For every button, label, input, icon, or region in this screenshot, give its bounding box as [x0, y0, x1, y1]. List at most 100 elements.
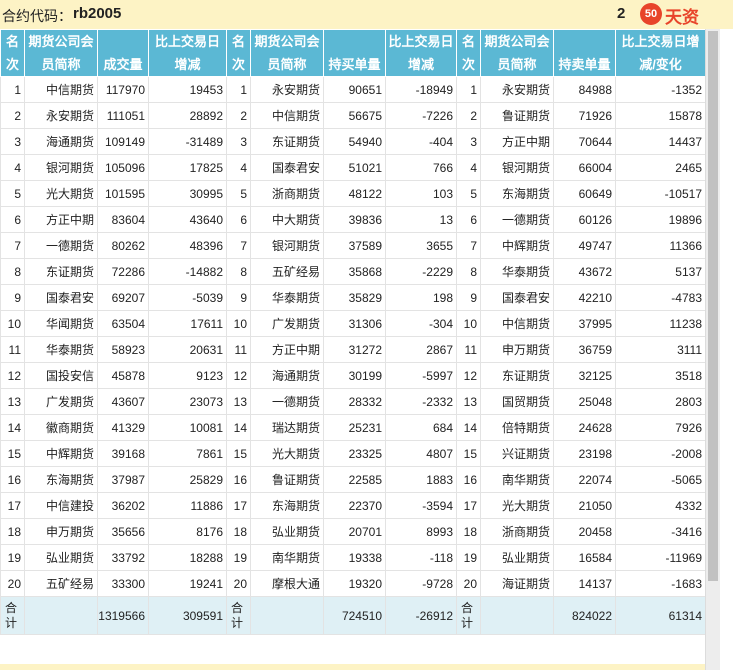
- cell-rank: 13: [226, 388, 251, 415]
- cell-rank: 1: [226, 76, 251, 103]
- cell-volume-member: 中信期货: [24, 76, 98, 103]
- cell-long-qty: 23325: [323, 440, 386, 467]
- cell-volume-change: 10081: [148, 414, 227, 441]
- cell-long-qty: 37589: [323, 232, 386, 259]
- cell-short-qty: 32125: [553, 362, 616, 389]
- cell-rank: 17: [226, 492, 251, 519]
- cell-long-change: -304: [385, 310, 457, 337]
- header-rank[interactable]: 名次: [456, 29, 481, 77]
- cell-long-qty: 90651: [323, 76, 386, 103]
- header-long-member[interactable]: 期货公司会 员简称: [250, 29, 324, 77]
- cell-long-qty: 48122: [323, 180, 386, 207]
- cell-short-change: 15878: [615, 102, 706, 129]
- cell-short-change: -5065: [615, 466, 706, 493]
- header-short-qty[interactable]: 持卖单量: [553, 29, 616, 77]
- cell-long-member: 光大期货: [250, 440, 324, 467]
- cell-short-change: 2803: [615, 388, 706, 415]
- table-header-row: 名次 期货公司会 员简称 成交量 比上交易日 增减 名次 期货公司会 员简称 持买单量…: [0, 29, 706, 77]
- header-rank[interactable]: 名次: [0, 29, 25, 77]
- header-short-change[interactable]: 比上交易日增 减/变化: [615, 29, 706, 77]
- cell-long-qty: 20701: [323, 518, 386, 545]
- cell-long-qty: 39836: [323, 206, 386, 233]
- table-body: 1 中信期货 117970 19453 1 永安期货 90651 -18949 1 永安期货 849…: [0, 76, 706, 597]
- scrollbar-thumb[interactable]: [708, 31, 718, 581]
- cell-long-member: 东证期货: [250, 128, 324, 155]
- cell-short-member: 国贸期货: [480, 388, 554, 415]
- total-label: 合计: [456, 596, 481, 635]
- header-volume-member[interactable]: 期货公司会 员简称: [24, 29, 98, 77]
- cell-rank: 3: [456, 128, 481, 155]
- cell-short-qty: 16584: [553, 544, 616, 571]
- table-row: 16 东海期货 37987 25829 16 鲁证期货 22585 1883 16 南华期货 220…: [0, 466, 706, 493]
- cell-long-member: 国泰君安: [250, 154, 324, 181]
- cell-short-member: 南华期货: [480, 466, 554, 493]
- cell-volume: 43607: [97, 388, 149, 415]
- cell-rank: 19: [456, 544, 481, 571]
- cell-volume-change: 30995: [148, 180, 227, 207]
- total-empty: [250, 596, 324, 635]
- cell-short-qty: 21050: [553, 492, 616, 519]
- cell-rank: 11: [0, 336, 25, 363]
- logo-text: 天资: [665, 8, 699, 27]
- table-row: 11 华泰期货 58923 20631 11 方正中期 31272 2867 11 申万期货 367…: [0, 336, 706, 363]
- cell-short-qty: 20458: [553, 518, 616, 545]
- cell-rank: 2: [0, 102, 25, 129]
- cell-volume: 105096: [97, 154, 149, 181]
- cell-volume-member: 申万期货: [24, 518, 98, 545]
- cell-long-member: 摩根大通: [250, 570, 324, 597]
- cell-long-change: 13: [385, 206, 457, 233]
- cell-rank: 4: [0, 154, 25, 181]
- cell-volume: 109149: [97, 128, 149, 155]
- cell-short-member: 中信期货: [480, 310, 554, 337]
- cell-volume: 117970: [97, 76, 149, 103]
- table-row: 9 国泰君安 69207 -5039 9 华泰期货 35829 198 9 国泰君安 42210 -4…: [0, 284, 706, 311]
- header-short-member[interactable]: 期货公司会 员简称: [480, 29, 554, 77]
- cell-long-member: 方正中期: [250, 336, 324, 363]
- date-text: 2: [617, 5, 626, 22]
- cell-short-change: 11238: [615, 310, 706, 337]
- cell-short-member: 倍特期货: [480, 414, 554, 441]
- cell-long-member: 浙商期货: [250, 180, 324, 207]
- cell-long-change: 8993: [385, 518, 457, 545]
- cell-short-qty: 36759: [553, 336, 616, 363]
- cell-short-change: 19896: [615, 206, 706, 233]
- cell-long-member: 五矿经易: [250, 258, 324, 285]
- cell-short-member: 鲁证期货: [480, 102, 554, 129]
- total-label: 合计: [226, 596, 251, 635]
- header-volume[interactable]: 成交量: [97, 29, 149, 77]
- cell-long-qty: 19320: [323, 570, 386, 597]
- cell-volume-change: 17825: [148, 154, 227, 181]
- cell-volume-change: 11886: [148, 492, 227, 519]
- cell-volume-member: 银河期货: [24, 154, 98, 181]
- cell-volume-change: -5039: [148, 284, 227, 311]
- header-rank[interactable]: 名次: [226, 29, 251, 77]
- cell-volume-change: 19453: [148, 76, 227, 103]
- header-long-qty[interactable]: 持买单量: [323, 29, 386, 77]
- cell-volume-member: 华闻期货: [24, 310, 98, 337]
- cell-long-member: 广发期货: [250, 310, 324, 337]
- cell-long-member: 南华期货: [250, 544, 324, 571]
- cell-long-qty: 54940: [323, 128, 386, 155]
- vertical-scrollbar[interactable]: [705, 29, 720, 670]
- table-row: 5 光大期货 101595 30995 5 浙商期货 48122 103 5 东海期货 60649-…: [0, 180, 706, 207]
- header-volume-change[interactable]: 比上交易日 增减: [148, 29, 227, 77]
- header-long-change[interactable]: 比上交易日 增减: [385, 29, 457, 77]
- cell-short-change: 3518: [615, 362, 706, 389]
- cell-rank: 16: [0, 466, 25, 493]
- table-row: 7 一德期货 80262 48396 7 银河期货 37589 3655 7 中辉期货 49747 1…: [0, 232, 706, 259]
- table-row: 14 徽商期货 41329 10081 14 瑞达期货 25231 684 14 倍特期货 2462…: [0, 414, 706, 441]
- cell-rank: 16: [226, 466, 251, 493]
- cell-short-qty: 14137: [553, 570, 616, 597]
- ranking-table: 名次 期货公司会 员简称 成交量 比上交易日 增减 名次 期货公司会 员简称 持买单量…: [0, 29, 706, 635]
- total-empty: [480, 596, 554, 635]
- cell-short-qty: 84988: [553, 76, 616, 103]
- cell-volume-change: 48396: [148, 232, 227, 259]
- cell-volume: 41329: [97, 414, 149, 441]
- cell-volume-change: 7861: [148, 440, 227, 467]
- cell-volume-member: 中辉期货: [24, 440, 98, 467]
- cell-volume-change: 43640: [148, 206, 227, 233]
- cell-rank: 10: [456, 310, 481, 337]
- cell-short-change: -10517: [615, 180, 706, 207]
- cell-long-change: 3655: [385, 232, 457, 259]
- cell-rank: 10: [0, 310, 25, 337]
